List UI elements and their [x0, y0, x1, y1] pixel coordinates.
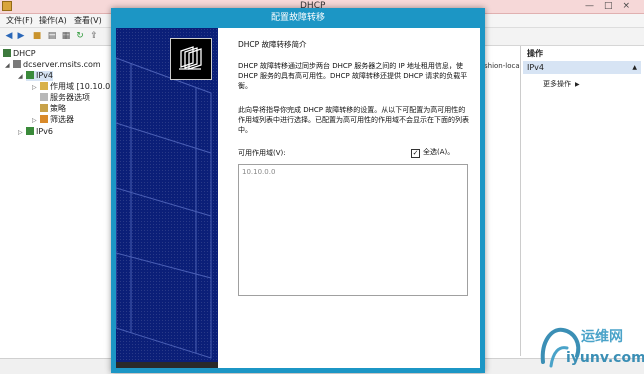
- tree-item-scope[interactable]: 作用域 [10.10.0.0: [40, 82, 118, 92]
- options-icon: [40, 93, 48, 101]
- tree-item-ipv6[interactable]: IPv6: [26, 127, 53, 137]
- dhcp-icon: [3, 49, 11, 57]
- available-scopes-label: 可用作用域(V):: [238, 149, 286, 157]
- details-pane: [484, 46, 521, 356]
- filter-icon: [40, 115, 48, 123]
- tree-item-policies[interactable]: 策略: [40, 104, 66, 114]
- failover-wizard-dialog: 配置故障转移 DHCP 故障转移简介 DHCP 故障转移通过同步两台 DHCP …: [111, 8, 485, 373]
- menu-action[interactable]: 操作(A): [39, 14, 67, 27]
- maximize-button[interactable]: □: [604, 1, 623, 11]
- back-icon[interactable]: ◀: [4, 31, 14, 41]
- more-actions[interactable]: 更多操作 ▶: [543, 79, 580, 90]
- wizard-banner: [116, 28, 218, 368]
- tree-item-dhcp[interactable]: DHCP: [3, 49, 36, 59]
- list-item[interactable]: 10.10.0.0: [242, 168, 275, 176]
- collapse-icon[interactable]: ◢: [5, 62, 10, 69]
- menu-file[interactable]: 文件(F): [6, 14, 33, 27]
- submenu-arrow-icon: ▶: [575, 81, 580, 88]
- expand-icon[interactable]: ▷: [18, 129, 23, 136]
- tree-item-ipv4[interactable]: IPv4: [26, 71, 54, 81]
- export-icon[interactable]: ⇪: [89, 31, 99, 41]
- window-controls[interactable]: —□×: [585, 0, 640, 13]
- collapse-icon[interactable]: ◢: [18, 73, 23, 80]
- forward-icon[interactable]: ▶: [16, 31, 26, 41]
- select-all-checkbox[interactable]: ✓ 全选(A)。: [411, 147, 454, 158]
- collapse-arrow-icon[interactable]: ▲: [632, 61, 637, 74]
- watermark-name: 运维网: [581, 329, 623, 345]
- intro-paragraph: DHCP 故障转移通过同步两台 DHCP 服务器之间的 IP 地址租用信息，使 …: [238, 62, 468, 90]
- wizard-folder-icon: [170, 38, 212, 80]
- console-tree: DHCP ◢ dcserver.msits.com ◢ IPv4 ▷ 作用域 […: [0, 46, 118, 356]
- ipv4-icon: [26, 71, 34, 79]
- tree-item-server[interactable]: dcserver.msits.com: [13, 60, 101, 70]
- list-icon[interactable]: ▤: [47, 31, 57, 41]
- expand-icon[interactable]: ▷: [32, 84, 37, 91]
- app-icon: [2, 1, 12, 11]
- properties-icon[interactable]: ▦: [61, 31, 71, 41]
- close-button[interactable]: ×: [622, 1, 640, 11]
- instruction-paragraph: 此向导将指导你完成 DHCP 故障转移的设置。从以下可配置为高可用性的作用域列表…: [238, 106, 469, 134]
- ipv6-icon: [26, 127, 34, 135]
- expand-icon[interactable]: ▷: [32, 117, 37, 124]
- actions-header: 操作: [527, 49, 543, 58]
- dialog-title: 配置故障转移: [270, 13, 325, 23]
- actions-context[interactable]: IPv4 ▲: [523, 61, 641, 74]
- page-heading: DHCP 故障转移简介: [238, 40, 307, 49]
- wizard-content: DHCP 故障转移简介 DHCP 故障转移通过同步两台 DHCP 服务器之间的 …: [218, 28, 480, 368]
- folder-icon[interactable]: ■: [32, 31, 42, 41]
- checkbox-checked-icon[interactable]: ✓: [411, 149, 420, 158]
- tree-item-filters[interactable]: 筛选器: [40, 115, 74, 125]
- menu-view[interactable]: 查看(V): [74, 14, 102, 27]
- policy-icon: [40, 104, 48, 112]
- tree-item-server-options[interactable]: 服务器选项: [40, 93, 90, 103]
- refresh-icon[interactable]: ↻: [75, 31, 85, 41]
- actions-pane: [521, 46, 644, 356]
- folder-icon: [40, 82, 48, 90]
- available-scopes-list[interactable]: 10.10.0.0: [238, 164, 468, 296]
- details-text: shion-loca: [484, 62, 520, 70]
- minimize-button[interactable]: —: [585, 1, 604, 11]
- dialog-body: DHCP 故障转移简介 DHCP 故障转移通过同步两台 DHCP 服务器之间的 …: [116, 28, 480, 368]
- watermark-url: iyunv.com: [566, 350, 644, 366]
- server-icon: [13, 60, 21, 68]
